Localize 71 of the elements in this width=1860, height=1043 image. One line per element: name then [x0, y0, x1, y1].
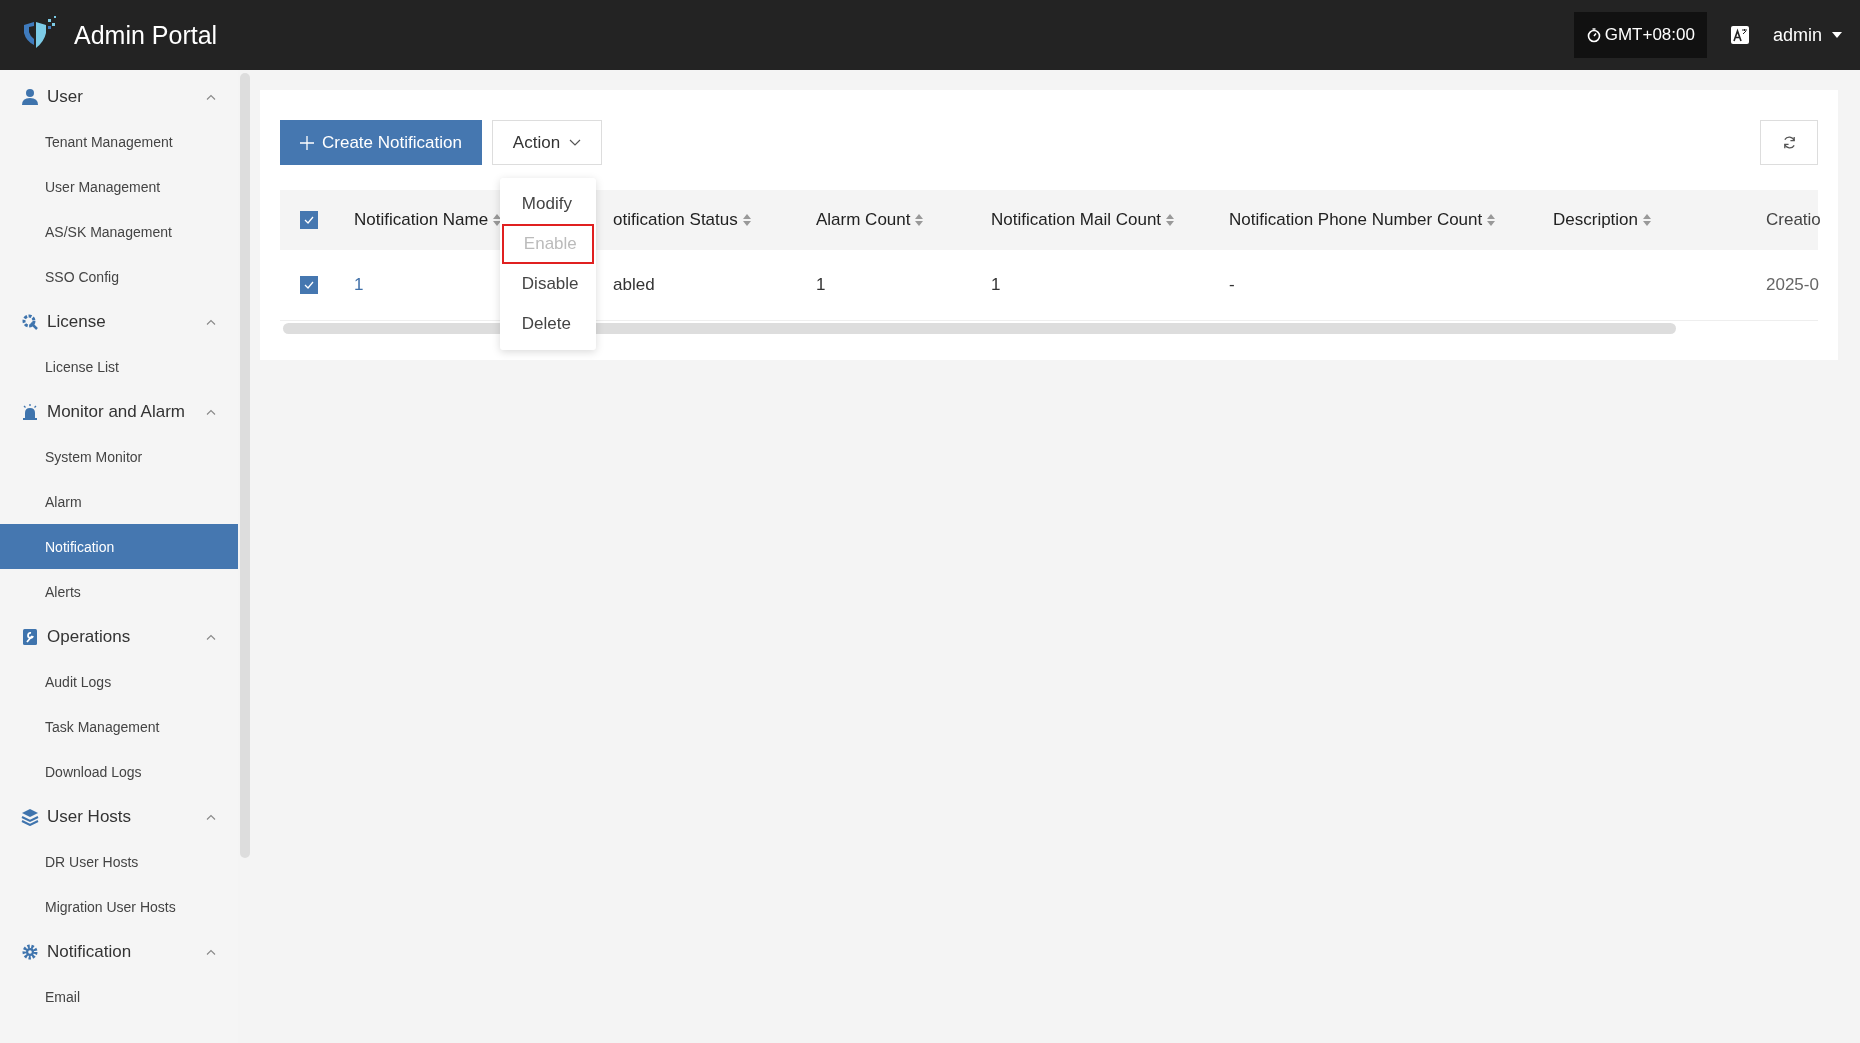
column-header[interactable]: Alarm Count — [816, 210, 911, 230]
sidebar-item[interactable]: Alerts — [0, 569, 238, 614]
chevron-icon — [206, 408, 216, 415]
menu-item[interactable]: Delete — [501, 304, 594, 344]
timezone-label: GMT+08:00 — [1604, 25, 1695, 45]
timer-icon — [1585, 27, 1602, 43]
sidebar-item[interactable]: Migration User Hosts — [0, 884, 238, 929]
column-header[interactable]: Notification Name — [354, 210, 489, 230]
sidebar-item[interactable]: Tenant Management — [0, 119, 238, 164]
action-dropdown-button[interactable]: Action — [491, 120, 603, 165]
menu-group[interactable]: Operations — [0, 614, 238, 659]
create-notification-button[interactable]: Create Notification — [280, 120, 482, 165]
sidebar-item[interactable]: Task Management — [0, 704, 238, 749]
menu-item[interactable]: Disable — [501, 264, 594, 304]
sidebar-item[interactable]: AS/SK Management — [0, 209, 238, 254]
wrench-icon — [21, 627, 39, 646]
check-icon — [304, 216, 314, 224]
chevron-icon — [206, 93, 216, 100]
sort-icon[interactable] — [1487, 214, 1496, 226]
user-name: admin — [1772, 24, 1822, 46]
column-header: Creatio — [1766, 210, 1821, 230]
column-header[interactable]: Description — [1553, 210, 1639, 230]
chevron-down-icon — [569, 139, 582, 146]
sidebar-item[interactable]: DR User Hosts — [0, 839, 238, 884]
refresh-button[interactable] — [1760, 120, 1818, 165]
table-cell: 2025-0 — [1766, 275, 1819, 295]
sort-icon[interactable] — [1643, 214, 1652, 226]
sidebar-item[interactable]: Audit Logs — [0, 659, 238, 704]
refresh-icon — [1781, 135, 1797, 150]
sidebar-item[interactable]: Notification — [0, 524, 238, 569]
table-cell: abled — [613, 275, 655, 295]
user-menu[interactable]: admin — [1772, 24, 1842, 46]
menu-group[interactable]: Notification — [0, 929, 238, 974]
menu-item[interactable]: Modify — [501, 184, 594, 224]
plus-icon — [300, 135, 314, 150]
menu-group[interactable]: User Hosts — [0, 794, 238, 839]
siren-icon — [21, 402, 39, 421]
sort-icon[interactable] — [915, 214, 924, 226]
sidebar-item[interactable]: SSO Config — [0, 254, 238, 299]
chevron-icon — [206, 813, 216, 820]
table-cell: 1 — [816, 275, 826, 295]
chevron-icon — [206, 948, 216, 955]
chevron-icon — [206, 318, 216, 325]
menu-group[interactable]: Monitor and Alarm — [0, 389, 238, 434]
person-icon — [21, 87, 39, 106]
column-header[interactable]: Notification Mail Count — [991, 210, 1162, 230]
menu-group[interactable]: User — [0, 74, 238, 119]
table-cell: 1 — [991, 275, 1001, 295]
table-cell: - — [1229, 275, 1235, 295]
row-checkbox[interactable] — [300, 276, 318, 294]
select-all-checkbox[interactable] — [300, 211, 318, 229]
menu-group[interactable]: License — [0, 299, 238, 344]
column-header[interactable]: Notification Phone Number Count — [1229, 210, 1483, 230]
timezone-button[interactable]: GMT+08:00 — [1573, 12, 1707, 58]
sidebar-item[interactable]: System Monitor — [0, 434, 238, 479]
sidebar-item[interactable]: User Management — [0, 164, 238, 209]
sidebar-item[interactable]: License List — [0, 344, 238, 389]
sort-icon[interactable] — [742, 214, 751, 226]
language-icon[interactable] — [1730, 26, 1749, 44]
sort-icon[interactable] — [493, 214, 502, 226]
sidebar-item[interactable]: Email — [0, 974, 238, 1019]
column-header[interactable]: otification Status — [613, 210, 738, 230]
name-link[interactable]: 1 — [354, 275, 364, 295]
sidebar-item[interactable]: Alarm — [0, 479, 238, 524]
layers-icon — [21, 807, 39, 826]
caret-icon — [1832, 32, 1842, 38]
chevron-icon — [206, 633, 216, 640]
check-icon — [304, 281, 314, 289]
sort-icon[interactable] — [1166, 214, 1175, 226]
sidebar-item[interactable]: Download Logs — [0, 749, 238, 794]
app-title: Admin Portal — [74, 20, 218, 50]
